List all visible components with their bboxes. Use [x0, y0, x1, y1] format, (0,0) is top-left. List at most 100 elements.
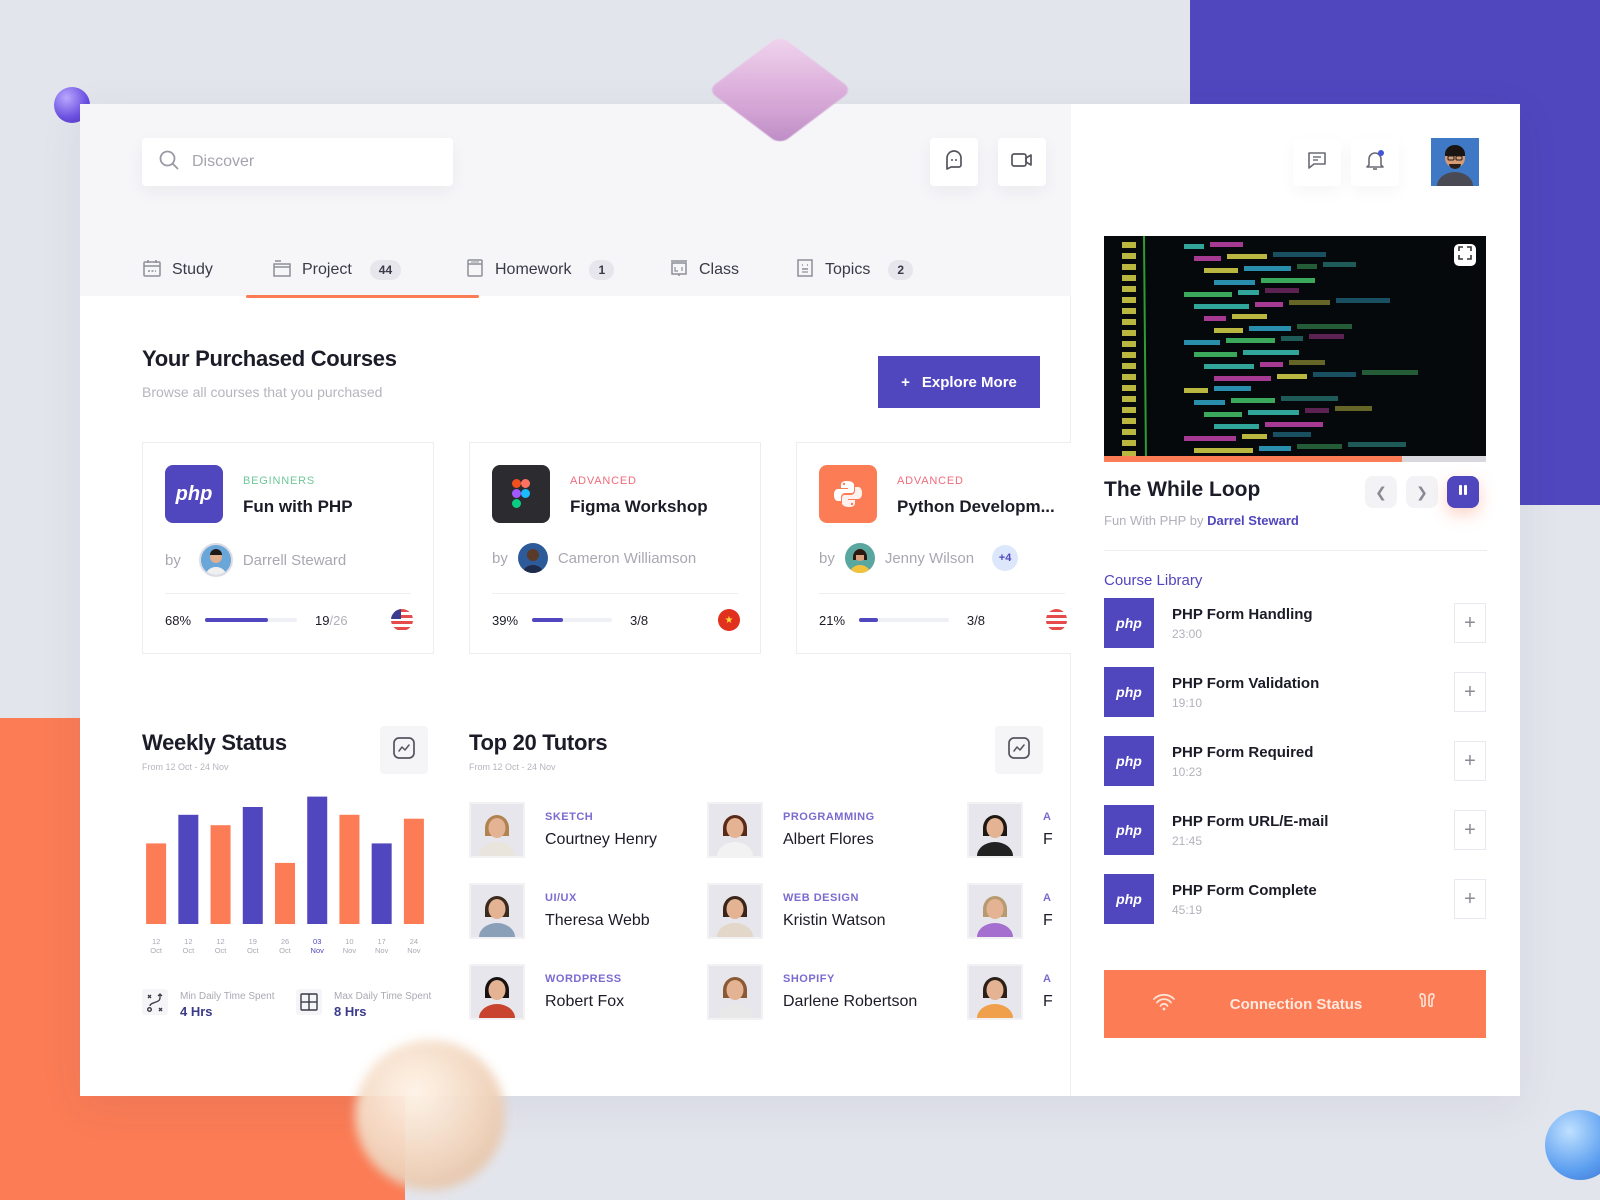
previous-button[interactable]: ❮ — [1365, 476, 1397, 508]
tutor-category: SHOPIFY — [783, 973, 835, 985]
x-tick-label: Nov — [343, 946, 357, 954]
notifications-button[interactable] — [1351, 138, 1399, 186]
chart-bar[interactable] — [339, 814, 360, 924]
tutor-photo — [707, 802, 763, 858]
course-card[interactable]: ADVANCED Python Developm... by Jenny Wil… — [796, 442, 1071, 654]
content-clip: php BEGINNERS Fun with PHP by Darrell St… — [80, 104, 1071, 1096]
video-progress-bar[interactable] — [1104, 456, 1486, 462]
x-tick-label: Nov — [375, 946, 389, 954]
progress-bar-fill — [532, 618, 564, 622]
plus-icon: + — [1464, 887, 1476, 910]
lessons-total: /26 — [329, 612, 348, 628]
next-button[interactable]: ❯ — [1406, 476, 1438, 508]
php-logo: php — [165, 465, 223, 523]
plus-icon: + — [1464, 611, 1476, 634]
chart-bar[interactable] — [146, 843, 167, 924]
author-name: Cameron Williamson — [557, 549, 697, 567]
chart-bar[interactable] — [178, 814, 199, 924]
weekly-chart-button[interactable] — [380, 726, 428, 774]
tutor-item[interactable]: SKETCH Courtney Henry — [469, 802, 657, 858]
decorative-sphere — [355, 1040, 505, 1190]
divider — [1104, 550, 1487, 551]
library-item-name: PHP Form Validation — [1172, 674, 1320, 692]
author-avatar[interactable] — [517, 543, 548, 573]
author-name: Jenny Wilson — [884, 549, 975, 567]
progress-bar-fill — [859, 618, 878, 622]
grid-icon — [296, 989, 322, 1020]
add-to-playlist-button[interactable]: + — [1454, 603, 1486, 643]
library-item[interactable]: php PHP Form Validation 19:10 + — [1104, 667, 1486, 717]
tutor-item[interactable]: UI/UX Theresa Webb — [469, 883, 650, 939]
add-to-playlist-button[interactable]: + — [1454, 672, 1486, 712]
tutor-photo — [707, 964, 763, 1020]
chart-bar[interactable] — [242, 807, 263, 924]
course-level: BEGINNERS — [243, 475, 315, 487]
course-author-row: by Darrell Steward — [165, 543, 346, 577]
library-item[interactable]: php PHP Form Handling 23:00 + — [1104, 598, 1486, 648]
pause-button[interactable] — [1447, 476, 1479, 508]
library-item[interactable]: php PHP Form URL/E-mail 21:45 + — [1104, 805, 1486, 855]
course-card[interactable]: php BEGINNERS Fun with PHP by Darrell St… — [142, 442, 434, 654]
course-card[interactable]: ADVANCED Figma Workshop by Cameron Willi… — [469, 442, 761, 654]
tutor-item[interactable]: SHOPIFY Darlene Robertson — [707, 964, 917, 1020]
progress-percent: 68% — [165, 612, 192, 628]
max-time-label: Max Daily Time Spent — [334, 990, 432, 1002]
course-name: Figma Workshop — [570, 497, 708, 516]
library-item-name: PHP Form Handling — [1172, 605, 1313, 623]
chart-bar[interactable] — [275, 862, 295, 924]
tutor-photo — [967, 964, 1023, 1020]
course-library-title: Course Library — [1104, 572, 1203, 589]
lesson-author-link[interactable]: Darrel Steward — [1207, 513, 1299, 528]
x-tick-label: 03 — [313, 937, 321, 946]
author-avatar[interactable] — [844, 543, 875, 573]
x-tick-label: Oct — [215, 946, 228, 954]
fullscreen-button[interactable] — [1454, 244, 1476, 266]
max-time-stat: Max Daily Time Spent 8 Hrs — [296, 989, 431, 1020]
chart-bar[interactable] — [307, 796, 328, 924]
tutor-category: A — [1043, 973, 1052, 985]
lessons-done: 3/8 — [630, 612, 649, 628]
min-time-value: 4 Hrs — [180, 1003, 213, 1019]
php-thumbnail: php — [1104, 805, 1154, 855]
tutor-info: SHOPIFY Darlene Robertson — [783, 973, 917, 1011]
min-time-label: Min Daily Time Spent — [180, 990, 275, 1002]
tutor-item[interactable]: WEB DESIGN Kristin Watson — [707, 883, 886, 939]
tutor-item[interactable]: AF — [967, 802, 1053, 858]
tutor-item[interactable]: PROGRAMMING Albert Flores — [707, 802, 875, 858]
user-avatar[interactable] — [1431, 138, 1479, 186]
x-tick-label: Oct — [247, 946, 260, 954]
tutor-item[interactable]: AF — [967, 883, 1053, 939]
x-tick-label: 17 — [377, 937, 385, 946]
divider — [492, 593, 738, 594]
tutors-title: Top 20 Tutors — [469, 730, 608, 755]
bell-icon — [1363, 148, 1387, 177]
lesson-title: The While Loop — [1104, 478, 1261, 501]
connection-status-button[interactable]: Connection Status — [1104, 970, 1486, 1038]
lessons-done: 19 — [315, 612, 330, 628]
us-flag-icon — [1045, 609, 1067, 631]
add-to-playlist-button[interactable]: + — [1454, 879, 1486, 919]
messages-button[interactable] — [1293, 138, 1341, 186]
code-thumbnail — [1104, 236, 1486, 462]
tutor-category: WEB DESIGN — [783, 892, 859, 904]
tutor-item[interactable]: AF — [967, 964, 1053, 1020]
video-player[interactable] — [1104, 236, 1486, 462]
tutors-chart-button[interactable] — [995, 726, 1043, 774]
library-item[interactable]: php PHP Form Required 10:23 + — [1104, 736, 1486, 786]
chart-bar[interactable] — [210, 825, 231, 924]
more-authors-badge[interactable]: +4 — [992, 545, 1019, 571]
library-item-text: PHP Form Complete 45:19 — [1172, 882, 1454, 917]
x-tick-label: 19 — [249, 937, 257, 946]
x-tick-label: 10 — [345, 937, 353, 946]
tutor-item[interactable]: WORDPRESS Robert Fox — [469, 964, 624, 1020]
chart-bar[interactable] — [403, 818, 424, 924]
chevron-left-icon: ❮ — [1375, 483, 1387, 500]
tutor-name: F — [1043, 993, 1053, 1010]
add-to-playlist-button[interactable]: + — [1454, 810, 1486, 850]
add-to-playlist-button[interactable]: + — [1454, 741, 1486, 781]
chart-bar[interactable] — [371, 843, 392, 924]
x-tick-label: 26 — [281, 937, 289, 946]
author-avatar[interactable] — [198, 543, 233, 577]
tutor-photo — [469, 802, 525, 858]
library-item[interactable]: php PHP Form Complete 45:19 + — [1104, 874, 1486, 924]
